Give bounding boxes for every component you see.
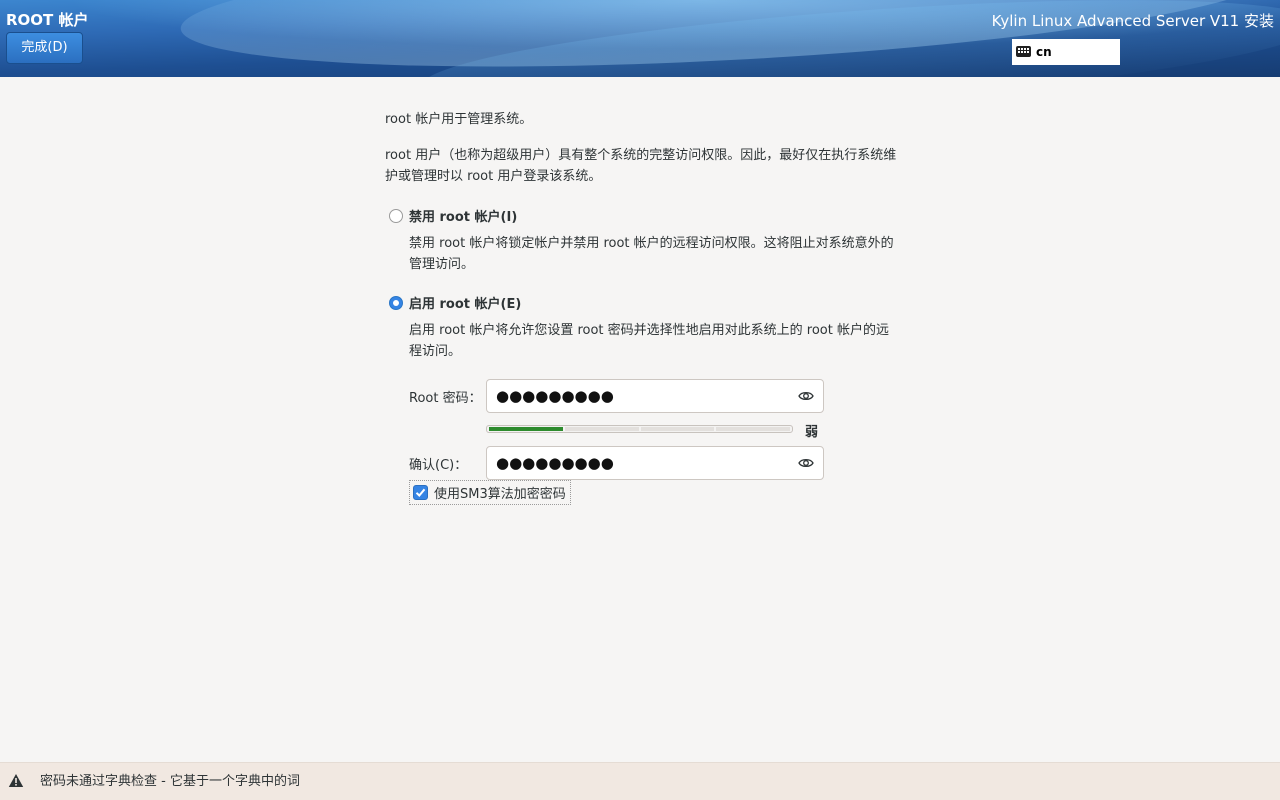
warning-icon	[8, 774, 24, 787]
intro-text-1: root 帐户用于管理系统。	[385, 112, 533, 127]
enable-root-radio[interactable]: 启用 root 帐户(E)	[389, 293, 521, 312]
root-password-label: Root 密码：	[409, 391, 482, 406]
radio-checked-icon[interactable]	[389, 295, 403, 310]
confirm-password-label: 确认(C)：	[409, 458, 468, 473]
enable-root-label: 启用 root 帐户(E)	[409, 297, 522, 312]
root-password-field[interactable]: ●●●●●●●●●	[486, 379, 824, 413]
root-password-value: ●●●●●●●●●	[496, 387, 614, 405]
intro-text-2: root 用户（也称为超级用户）具有整个系统的完整访问权限。因此，最好仅在执行系…	[385, 148, 897, 184]
show-password-icon[interactable]	[798, 457, 814, 469]
radio-unchecked-icon[interactable]	[389, 208, 403, 223]
done-button[interactable]: 完成(D)	[6, 32, 83, 64]
password-strength-label: 弱	[805, 425, 819, 440]
disable-root-radio[interactable]: 禁用 root 帐户(I)	[389, 206, 517, 225]
warning-message: 密码未通过字典检查 - 它基于一个字典中的词	[40, 774, 300, 789]
show-password-icon[interactable]	[798, 390, 814, 402]
sm3-encrypt-checkbox[interactable]: 使用SM3算法加密密码	[409, 480, 571, 505]
product-title: Kylin Linux Advanced Server V11 安装	[991, 12, 1274, 30]
password-strength-bar	[486, 425, 793, 433]
disable-root-label: 禁用 root 帐户(I)	[409, 210, 518, 225]
status-warning-bar: 密码未通过字典检查 - 它基于一个字典中的词	[0, 762, 1280, 800]
header-bar: ROOT 帐户 完成(D) Kylin Linux Advanced Serve…	[0, 0, 1280, 77]
page-title: ROOT 帐户	[6, 11, 89, 29]
strength-segment	[640, 427, 715, 431]
enable-root-description: 启用 root 帐户将允许您设置 root 密码并选择性地启用对此系统上的 ro…	[409, 323, 889, 359]
strength-segment	[489, 427, 563, 431]
confirm-password-value: ●●●●●●●●●	[496, 454, 614, 472]
keyboard-icon	[1016, 46, 1031, 57]
strength-segment	[716, 427, 790, 431]
confirm-password-field[interactable]: ●●●●●●●●●	[486, 446, 824, 480]
keyboard-layout-indicator[interactable]: cn	[1012, 39, 1120, 65]
sm3-encrypt-label: 使用SM3算法加密密码	[434, 487, 566, 502]
checkbox-checked-icon[interactable]	[413, 485, 428, 500]
keyboard-layout-label: cn	[1036, 45, 1052, 59]
disable-root-description: 禁用 root 帐户将锁定帐户并禁用 root 帐户的远程访问权限。这将阻止对系…	[409, 236, 894, 272]
strength-segment	[564, 427, 639, 431]
